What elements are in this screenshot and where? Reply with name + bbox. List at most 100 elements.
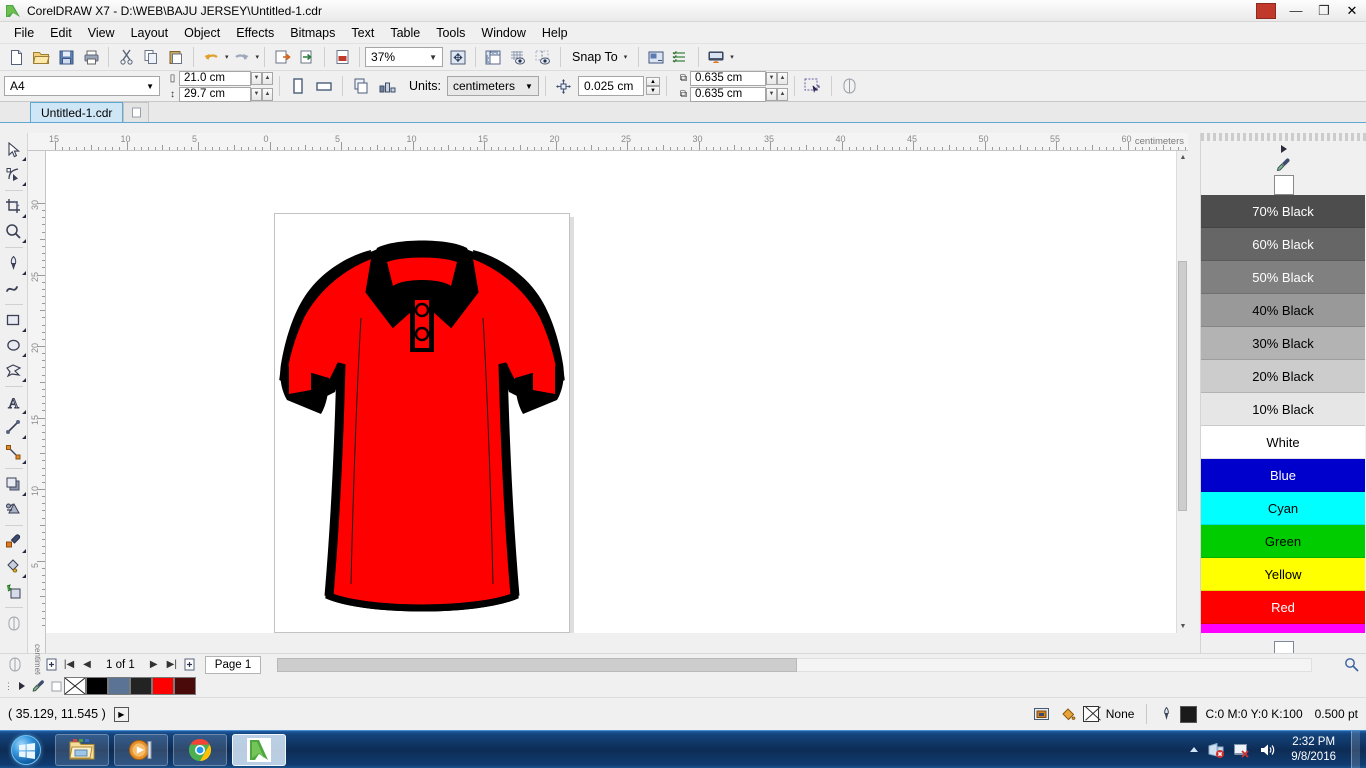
palette-grip[interactable] xyxy=(1201,133,1366,141)
object-manager-icon[interactable] xyxy=(669,46,693,69)
document-palette-swatch-dark-red[interactable] xyxy=(174,677,196,695)
flyout-arrow-icon[interactable] xyxy=(21,549,26,553)
add-page-after-button[interactable] xyxy=(181,656,199,674)
document-palette-swatch-slate-blue[interactable] xyxy=(108,677,130,695)
treat-as-filled-button[interactable] xyxy=(801,75,825,98)
page-height-spinner[interactable]: ▼ ▲ xyxy=(251,87,273,101)
close-button[interactable]: ✕ xyxy=(1338,0,1366,21)
canvas-vertical-scrollbar[interactable]: ▲ ▼ xyxy=(1176,151,1189,633)
units-combo[interactable]: centimeters ▼ xyxy=(446,76,539,96)
paste-icon[interactable] xyxy=(164,46,188,69)
fill-tool[interactable] xyxy=(1,554,27,579)
redo-dropdown-icon[interactable]: ▾ xyxy=(256,53,260,61)
menu-text[interactable]: Text xyxy=(343,24,382,42)
last-page-button[interactable]: ▶| xyxy=(163,656,181,674)
palette-swatch-60-black[interactable]: 60% Black xyxy=(1201,228,1365,261)
status-expand-button[interactable]: ▶ xyxy=(113,706,129,722)
scroll-down-arrow-icon[interactable]: ▼ xyxy=(1177,620,1189,633)
palette-eyedropper-icon[interactable] xyxy=(1276,157,1292,173)
show-guidelines-icon[interactable] xyxy=(531,46,555,69)
menu-edit[interactable]: Edit xyxy=(42,24,80,42)
palette-swatch-cyan[interactable]: Cyan xyxy=(1201,492,1365,525)
document-palette-eyedropper-icon[interactable] xyxy=(30,679,48,693)
menu-window[interactable]: Window xyxy=(473,24,533,42)
fill-none-swatch[interactable] xyxy=(1082,706,1099,722)
flyout-arrow-icon[interactable] xyxy=(21,378,26,382)
menu-file[interactable]: File xyxy=(6,24,42,42)
flyout-arrow-icon[interactable] xyxy=(21,182,26,186)
ellipse-tool[interactable] xyxy=(1,333,27,358)
palette-swatch-40-black[interactable]: 40% Black xyxy=(1201,294,1365,327)
document-palette-swatch-red[interactable] xyxy=(152,677,174,695)
artistic-media-tool[interactable] xyxy=(1,276,27,301)
undo-dropdown-icon[interactable]: ▾ xyxy=(225,53,229,61)
minimize-button[interactable]: — xyxy=(1282,0,1310,21)
color-proof-icon[interactable] xyxy=(1033,706,1050,723)
publish-to-pdf-icon[interactable] xyxy=(330,46,354,69)
scroll-up-arrow-icon[interactable]: ▲ xyxy=(1177,151,1189,164)
duplicate-x-spinner[interactable]: ▼ ▲ xyxy=(765,71,788,85)
menu-object[interactable]: Object xyxy=(176,24,228,42)
new-document-icon[interactable] xyxy=(4,46,28,69)
flyout-arrow-icon[interactable] xyxy=(21,353,26,357)
flyout-arrow-icon[interactable] xyxy=(21,460,26,464)
page-height-field[interactable]: 29.7 cm xyxy=(179,86,251,102)
palette-partial-swatch[interactable] xyxy=(1201,624,1365,633)
wireframe-toggle-button[interactable] xyxy=(838,75,862,98)
save-document-icon[interactable] xyxy=(54,46,78,69)
options-icon[interactable] xyxy=(644,46,668,69)
menu-tools[interactable]: Tools xyxy=(428,24,473,42)
smart-fill-tool[interactable] xyxy=(1,579,27,604)
maximize-button[interactable]: ❐ xyxy=(1310,0,1338,21)
flyout-arrow-icon[interactable] xyxy=(21,492,26,496)
menu-layout[interactable]: Layout xyxy=(123,24,177,42)
next-page-button[interactable]: ▶ xyxy=(145,656,163,674)
show-desktop-button[interactable] xyxy=(1351,730,1360,768)
duplicate-x-field[interactable]: 0.635 cm xyxy=(689,70,766,86)
document-page[interactable] xyxy=(274,213,570,633)
start-orb[interactable] xyxy=(2,733,50,767)
taskbar-coreldraw-x7[interactable] xyxy=(232,733,286,766)
apply-to-all-pages-button[interactable] xyxy=(349,75,373,98)
taskbar-google-chrome[interactable] xyxy=(173,733,227,766)
page-size-combo[interactable]: A4 ▼ xyxy=(4,76,160,96)
page-tab-page-1[interactable]: Page 1 xyxy=(204,655,262,674)
show-rulers-icon[interactable] xyxy=(481,46,505,69)
user-account-icon[interactable] xyxy=(1256,3,1276,19)
interactive-fill-tool[interactable] xyxy=(1,611,27,636)
import-icon[interactable] xyxy=(270,46,294,69)
document-palette-swatch-black[interactable] xyxy=(86,677,108,695)
chevron-down-icon[interactable]: ▼ xyxy=(429,53,437,62)
palette-swatch-30-black[interactable]: 30% Black xyxy=(1201,327,1365,360)
flyout-arrow-icon[interactable] xyxy=(21,157,26,161)
menu-help[interactable]: Help xyxy=(534,24,576,42)
document-palette-swatch-none[interactable] xyxy=(64,677,86,695)
zoom-to-fit-icon[interactable] xyxy=(446,46,470,69)
color-eyedropper-tool[interactable] xyxy=(1,529,27,554)
flyout-arrow-icon[interactable] xyxy=(21,574,26,578)
menu-bitmaps[interactable]: Bitmaps xyxy=(282,24,343,42)
print-icon[interactable] xyxy=(79,46,103,69)
snap-to-dropdown[interactable]: Snap To ▾ xyxy=(566,50,633,64)
document-palette-scroll-icon[interactable] xyxy=(14,681,30,691)
document-palette-no-color-icon[interactable] xyxy=(48,681,64,692)
new-document-tab-button[interactable] xyxy=(123,102,150,122)
document-palette-grip[interactable]: ⋮ xyxy=(4,681,14,692)
redo-icon[interactable] xyxy=(230,46,254,69)
flyout-arrow-icon[interactable] xyxy=(21,239,26,243)
palette-swatch-blue[interactable]: Blue xyxy=(1201,459,1365,492)
volume-icon[interactable] xyxy=(1259,742,1276,758)
horizontal-scroll-thumb[interactable] xyxy=(277,657,798,672)
duplicate-y-field[interactable]: 0.635 cm xyxy=(689,86,766,102)
copy-icon[interactable] xyxy=(139,46,163,69)
cut-icon[interactable] xyxy=(114,46,138,69)
nudge-distance-field[interactable]: 0.025 cm xyxy=(577,76,644,96)
palette-swatch-20-black[interactable]: 20% Black xyxy=(1201,360,1365,393)
shape-tool[interactable] xyxy=(1,162,27,187)
chevron-down-icon[interactable]: ▼ xyxy=(525,82,533,91)
menu-table[interactable]: Table xyxy=(382,24,428,42)
crop-tool[interactable] xyxy=(1,194,27,219)
outline-color-swatch[interactable] xyxy=(1180,705,1198,723)
palette-swatch-10-black[interactable]: 10% Black xyxy=(1201,393,1365,426)
palette-swatch-green[interactable]: Green xyxy=(1201,525,1365,558)
